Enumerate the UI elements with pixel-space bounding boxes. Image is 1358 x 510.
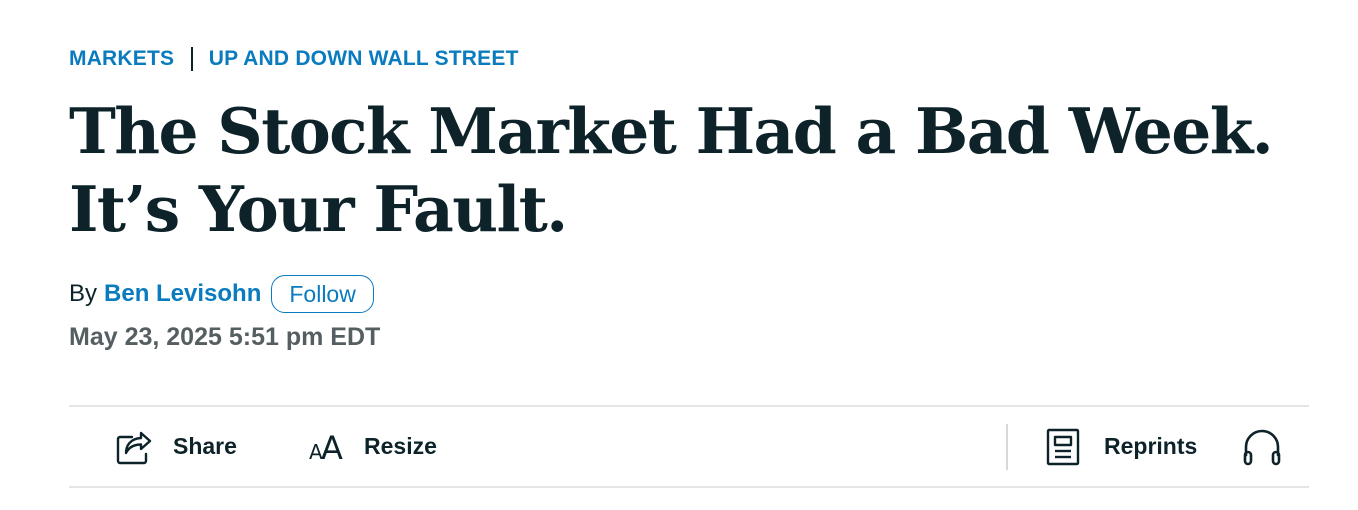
headline-line-2: It’s Your Fault. xyxy=(69,172,568,246)
article-toolbar: Share A A Resize Reprints xyxy=(69,405,1309,488)
breadcrumb-section-link[interactable]: MARKETS xyxy=(69,47,174,71)
headline-line-1: The Stock Market Had a Bad Week. xyxy=(69,94,1274,168)
breadcrumb: MARKETS UP AND DOWN WALL STREET xyxy=(69,47,519,71)
reprints-button[interactable]: Reprints xyxy=(1046,407,1197,486)
breadcrumb-column-link[interactable]: UP AND DOWN WALL STREET xyxy=(209,47,519,71)
document-icon xyxy=(1046,428,1080,466)
article-headline: The Stock Market Had a Bad Week. It’s Yo… xyxy=(69,92,1309,248)
toolbar-divider xyxy=(1006,424,1008,470)
share-button[interactable]: Share xyxy=(115,407,237,486)
share-label: Share xyxy=(173,433,237,459)
share-icon xyxy=(115,428,153,466)
text-size-icon: A A xyxy=(308,428,343,467)
byline: By Ben Levisohn Follow xyxy=(69,275,374,313)
byline-prefix: By xyxy=(69,280,98,307)
author-link[interactable]: Ben Levisohn xyxy=(104,280,261,308)
headphones-icon xyxy=(1242,427,1282,467)
follow-button[interactable]: Follow xyxy=(271,275,374,313)
resize-label: Resize xyxy=(364,433,437,459)
listen-button[interactable] xyxy=(1242,407,1282,486)
resize-button[interactable]: A A Resize xyxy=(308,407,437,486)
breadcrumb-separator xyxy=(191,47,193,71)
reprints-label: Reprints xyxy=(1104,433,1198,459)
text-size-glyph-large: A xyxy=(321,428,343,467)
publish-timestamp: May 23, 2025 5:51 pm EDT xyxy=(69,323,381,351)
